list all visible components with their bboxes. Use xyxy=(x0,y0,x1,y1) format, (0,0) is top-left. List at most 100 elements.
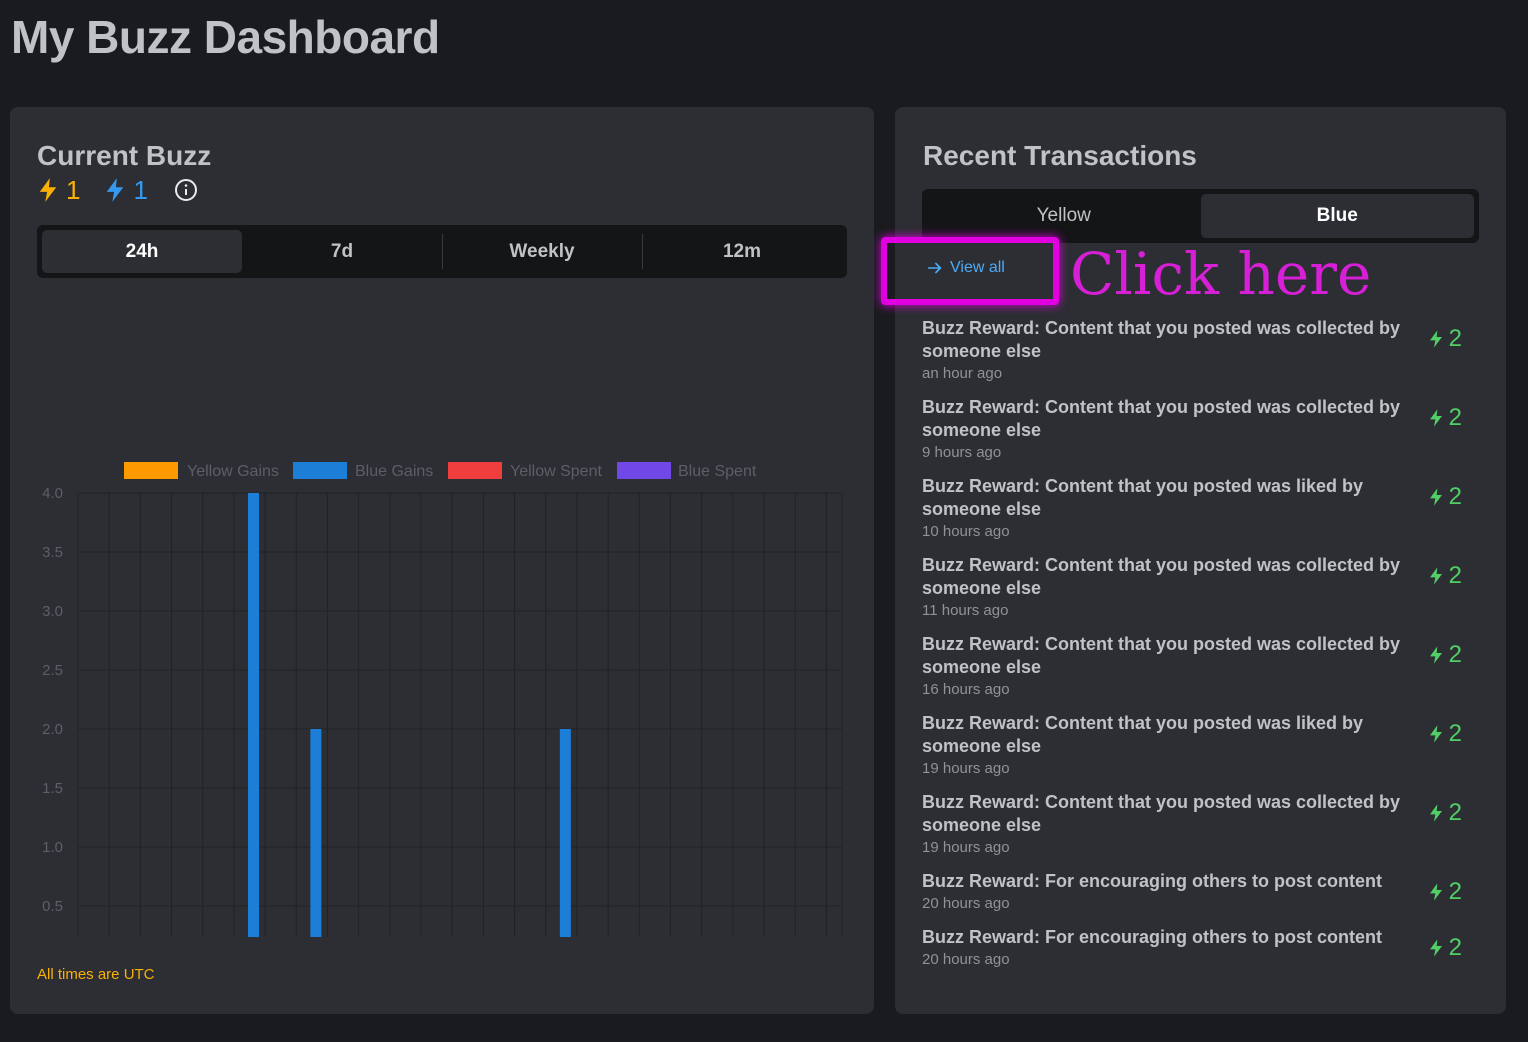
y-tick-label: 3.5 xyxy=(42,544,63,561)
transaction-text: Buzz Reward: For encouraging others to p… xyxy=(922,926,1412,982)
chart-bar xyxy=(310,729,322,937)
transaction-title: Buzz Reward: Content that you posted was… xyxy=(922,713,1364,756)
transaction-amount: 2 xyxy=(1428,799,1462,827)
y-tick-label: 3.0 xyxy=(42,603,63,620)
transaction-text: Buzz Reward: Content that you posted was… xyxy=(922,712,1412,791)
period-label: 24h xyxy=(125,240,159,262)
green-bolt-icon xyxy=(1429,883,1442,901)
transaction-title: Buzz Reward: Content that you posted was… xyxy=(922,555,1401,598)
transaction-title: Buzz Reward: Content that you posted was… xyxy=(922,792,1401,835)
transaction-amount-value: 2 xyxy=(1448,720,1462,747)
transaction-amount-value: 2 xyxy=(1448,799,1462,826)
period-label: 7d xyxy=(330,240,354,262)
yellow-balance: 1 xyxy=(37,175,80,206)
period-weekly[interactable]: Weekly xyxy=(442,230,642,273)
transaction-item: Buzz Reward: Content that you posted was… xyxy=(922,712,1482,791)
transaction-amount-value: 2 xyxy=(1448,404,1462,431)
blue-balance: 1 xyxy=(104,174,148,206)
transaction-text: Buzz Reward: Content that you posted was… xyxy=(922,633,1412,712)
transaction-time: an hour ago xyxy=(922,365,1003,382)
green-bolt-icon xyxy=(1429,567,1442,585)
transaction-item: Buzz Reward: For encouraging others to p… xyxy=(922,926,1482,982)
transaction-text: Buzz Reward: Content that you posted was… xyxy=(922,475,1412,554)
tab-label: Yellow xyxy=(1036,205,1091,226)
green-bolt-icon xyxy=(1429,725,1442,743)
transaction-item: Buzz Reward: Content that you posted was… xyxy=(922,554,1482,633)
y-tick-label: 0.5 xyxy=(42,898,63,915)
transaction-time: 9 hours ago xyxy=(922,444,1002,461)
transaction-title: Buzz Reward: Content that you posted was… xyxy=(922,318,1401,361)
period-7d[interactable]: 7d xyxy=(242,230,442,273)
transaction-title: Buzz Reward: For encouraging others to p… xyxy=(922,871,1383,891)
transaction-item: Buzz Reward: Content that you posted was… xyxy=(922,317,1482,396)
transaction-time: 16 hours ago xyxy=(922,681,1010,698)
recent-transactions-title: Recent Transactions xyxy=(923,140,1197,171)
legend-swatch xyxy=(293,462,347,479)
transaction-amount-value: 2 xyxy=(1448,562,1462,589)
chart-bar xyxy=(248,493,260,937)
transaction-amount-value: 2 xyxy=(1448,483,1462,510)
transaction-item: Buzz Reward: Content that you posted was… xyxy=(922,633,1482,712)
y-tick-label: 2.5 xyxy=(42,662,63,679)
current-buzz-title: Current Buzz xyxy=(37,140,212,171)
annotation-click-here: Click here xyxy=(1070,240,1372,308)
transaction-text: Buzz Reward: Content that you posted was… xyxy=(922,554,1412,633)
transaction-item: Buzz Reward: Content that you posted was… xyxy=(922,791,1482,870)
blue-balance-value: 1 xyxy=(133,174,148,205)
transaction-amount: 2 xyxy=(1428,483,1462,511)
yellow-balance-value: 1 xyxy=(66,174,81,205)
y-tick-label: 2.0 xyxy=(42,721,63,738)
transaction-amount: 2 xyxy=(1428,404,1462,432)
legend-swatch xyxy=(124,462,178,479)
transaction-time: 19 hours ago xyxy=(922,760,1010,777)
transaction-amount-value: 2 xyxy=(1448,878,1462,905)
tab-blue[interactable]: Blue xyxy=(1200,194,1474,238)
legend-label: Yellow Gains xyxy=(187,463,279,480)
transaction-text: Buzz Reward: Content that you posted was… xyxy=(922,791,1412,870)
transaction-title: Buzz Reward: Content that you posted was… xyxy=(922,476,1364,519)
buzz-balances: 1 1 xyxy=(37,175,198,205)
green-bolt-icon xyxy=(1429,488,1442,506)
tab-yellow[interactable]: Yellow xyxy=(927,194,1201,238)
legend-swatch xyxy=(448,462,502,479)
utc-note: All times are UTC xyxy=(37,966,155,983)
transaction-amount-value: 2 xyxy=(1448,325,1462,352)
transaction-item: Buzz Reward: Content that you posted was… xyxy=(922,475,1482,554)
transaction-list: Buzz Reward: Content that you posted was… xyxy=(922,317,1482,982)
period-24h[interactable]: 24h xyxy=(42,230,242,273)
transaction-title: Buzz Reward: Content that you posted was… xyxy=(922,397,1401,440)
period-12m[interactable]: 12m xyxy=(642,230,842,273)
transaction-time: 11 hours ago xyxy=(922,602,1009,619)
transaction-amount: 2 xyxy=(1428,934,1462,962)
currency-tabs: Yellow Blue xyxy=(922,189,1479,243)
info-icon[interactable] xyxy=(174,178,198,202)
transaction-text: Buzz Reward: Content that you posted was… xyxy=(922,317,1412,396)
current-buzz-card: Current Buzz 1 1 24h 7d Weekly 12m Yello… xyxy=(10,107,874,1014)
page-title: My Buzz Dashboard xyxy=(11,11,440,63)
legend-label: Blue Gains xyxy=(355,463,433,480)
tab-label: Blue xyxy=(1316,205,1358,226)
transaction-text: Buzz Reward: Content that you posted was… xyxy=(922,396,1412,475)
transaction-amount-value: 2 xyxy=(1448,934,1462,961)
transaction-text: Buzz Reward: For encouraging others to p… xyxy=(922,870,1412,926)
transaction-amount: 2 xyxy=(1428,878,1462,906)
transaction-time: 20 hours ago xyxy=(922,951,1010,968)
period-label: 12m xyxy=(722,240,762,262)
period-selector: 24h 7d Weekly 12m xyxy=(37,225,847,278)
green-bolt-icon xyxy=(1429,409,1442,427)
transaction-title: Buzz Reward: Content that you posted was… xyxy=(922,634,1401,677)
transaction-amount: 2 xyxy=(1428,325,1462,353)
transaction-title: Buzz Reward: For encouraging others to p… xyxy=(922,927,1383,947)
y-tick-label: 1.0 xyxy=(42,839,63,856)
annotation-highlight-box xyxy=(881,237,1059,305)
green-bolt-icon xyxy=(1429,939,1442,957)
transaction-time: 10 hours ago xyxy=(922,523,1010,540)
transaction-amount: 2 xyxy=(1428,641,1462,669)
y-tick-label: 1.5 xyxy=(42,780,63,797)
transaction-item: Buzz Reward: Content that you posted was… xyxy=(922,396,1482,475)
transaction-amount-value: 2 xyxy=(1448,641,1462,668)
period-label: Weekly xyxy=(509,240,575,262)
buzz-chart: Yellow Gains Blue Gains Yellow Spent Blue S… xyxy=(42,462,843,937)
legend-label: Blue Spent xyxy=(678,463,757,480)
transaction-time: 19 hours ago xyxy=(922,839,1010,856)
